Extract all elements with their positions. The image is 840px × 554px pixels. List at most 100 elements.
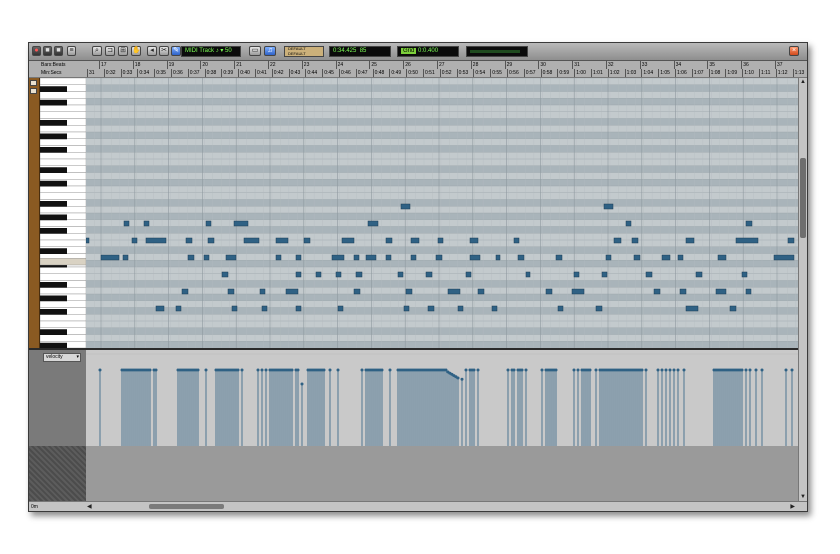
midi-note[interactable] [745, 220, 753, 227]
scroll-up-icon[interactable]: ▲ [800, 78, 806, 86]
midi-note[interactable] [661, 254, 671, 261]
grid-display[interactable]: Grid 0:0.400 [397, 46, 459, 57]
velocity-stalk-head[interactable] [640, 368, 644, 372]
midi-note[interactable] [437, 237, 444, 244]
midi-note[interactable] [745, 288, 752, 295]
midi-note[interactable] [185, 237, 193, 244]
velocity-stalk-head[interactable] [594, 368, 598, 372]
velocity-stalk-head[interactable] [196, 368, 200, 372]
midi-note[interactable] [122, 254, 129, 261]
velocity-stalk-head[interactable] [388, 368, 392, 372]
velocity-stalk-head[interactable] [98, 368, 102, 372]
midi-note[interactable] [143, 220, 150, 227]
midi-note[interactable] [275, 237, 289, 244]
velocity-stalk-head[interactable] [740, 368, 744, 372]
velocity-stalk-head[interactable] [154, 368, 158, 372]
midi-note[interactable] [205, 220, 212, 227]
scroll-right-icon[interactable]: ▶ [790, 503, 795, 511]
midi-note[interactable] [477, 288, 485, 295]
midi-note[interactable] [491, 305, 498, 312]
midi-note[interactable] [385, 254, 392, 261]
midi-note[interactable] [233, 220, 249, 227]
midi-note[interactable] [457, 305, 464, 312]
midi-note[interactable] [425, 271, 433, 278]
trim-icon[interactable]: ⊐ [105, 46, 115, 56]
midi-note[interactable] [601, 271, 608, 278]
midi-note[interactable] [86, 237, 90, 244]
midi-note[interactable] [717, 254, 727, 261]
midi-note[interactable] [155, 305, 165, 312]
midi-note[interactable] [645, 271, 653, 278]
midi-note[interactable] [729, 305, 737, 312]
midi-note[interactable] [787, 237, 795, 244]
midi-note[interactable] [295, 271, 302, 278]
zoom-icon[interactable]: ⌕ [92, 46, 102, 56]
notation-button[interactable]: ♫ [264, 46, 276, 56]
midi-note[interactable] [685, 305, 699, 312]
scroll-down-icon[interactable]: ▼ [800, 493, 806, 501]
note-grid[interactable] [86, 78, 798, 348]
midi-note[interactable] [243, 237, 260, 244]
velocity-stalk-head[interactable] [744, 368, 748, 372]
velocity-stalk-head[interactable] [554, 368, 558, 372]
midi-note[interactable] [545, 288, 553, 295]
midi-note[interactable] [595, 305, 603, 312]
list-icon[interactable]: ≡ [67, 46, 76, 56]
midi-note[interactable] [131, 237, 138, 244]
midi-note[interactable] [741, 271, 748, 278]
midi-note[interactable] [100, 254, 120, 261]
velocity-stalk-head[interactable] [576, 368, 580, 372]
midi-note[interactable] [410, 254, 417, 261]
grabber-icon[interactable]: ✋ [131, 46, 141, 56]
midi-note[interactable] [365, 254, 377, 261]
vertical-scroll-thumb[interactable] [800, 158, 806, 238]
mute-icon[interactable]: ■ [54, 46, 63, 56]
close-icon[interactable]: × [789, 46, 799, 56]
midi-note[interactable] [605, 254, 612, 261]
velocity-stalk-head[interactable] [682, 368, 686, 372]
velocity-stalk-head[interactable] [360, 368, 364, 372]
midi-note[interactable] [123, 220, 130, 227]
velocity-stalk-head[interactable] [260, 368, 264, 372]
velocity-stalk-head[interactable] [290, 368, 294, 372]
midi-note[interactable] [221, 271, 229, 278]
velocity-stalk-head[interactable] [572, 368, 576, 372]
velocity-stalk-head[interactable] [506, 368, 510, 372]
midi-note[interactable] [397, 271, 404, 278]
midi-note[interactable] [653, 288, 661, 295]
midi-note[interactable] [773, 254, 795, 261]
velocity-stalk-head[interactable] [524, 368, 528, 372]
midi-note[interactable] [469, 254, 481, 261]
velocity-stalk-head[interactable] [672, 368, 676, 372]
midi-note[interactable] [447, 288, 461, 295]
midi-note[interactable] [175, 305, 182, 312]
midi-note[interactable] [695, 271, 703, 278]
midi-note[interactable] [405, 288, 413, 295]
velocity-stalk-head[interactable] [240, 368, 244, 372]
midi-note[interactable] [341, 237, 355, 244]
midi-note[interactable] [353, 288, 361, 295]
midi-note[interactable] [427, 305, 435, 312]
velocity-stalk-head[interactable] [460, 377, 464, 381]
midi-note[interactable] [513, 237, 520, 244]
scissors-icon[interactable]: ✂ [159, 46, 169, 56]
midi-note[interactable] [613, 237, 622, 244]
velocity-stalk-head[interactable] [668, 368, 672, 372]
velocity-stalk-head[interactable] [336, 368, 340, 372]
midi-note[interactable] [735, 237, 759, 244]
velocity-stalk-head[interactable] [512, 368, 516, 372]
record-icon[interactable]: ● [32, 46, 41, 56]
midi-note[interactable] [181, 288, 189, 295]
track-selector[interactable]: MIDI Track ♪ ▾ 50 [181, 46, 241, 57]
velocity-stalk-head[interactable] [472, 368, 476, 372]
midi-note[interactable] [495, 254, 501, 261]
midi-note[interactable] [203, 254, 210, 261]
horizontal-scrollbar[interactable]: 0m ◀ ▶ [29, 501, 807, 511]
midi-note[interactable] [555, 254, 563, 261]
midi-note[interactable] [517, 254, 525, 261]
midi-mode-button[interactable]: ▭ [249, 46, 261, 56]
midi-note[interactable] [261, 305, 268, 312]
midi-note[interactable] [285, 288, 299, 295]
speaker-icon[interactable]: ◂ [147, 46, 157, 56]
midi-note[interactable] [355, 271, 363, 278]
